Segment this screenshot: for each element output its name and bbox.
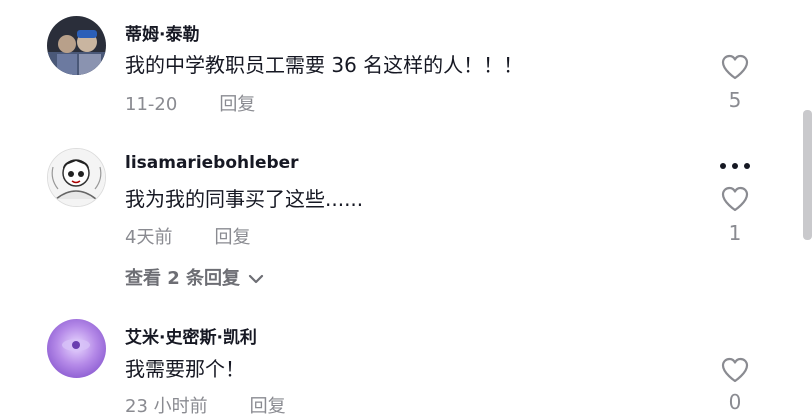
scrollbar[interactable]: [803, 110, 812, 240]
comment-text: 我为我的同事买了这些......: [125, 187, 364, 211]
comment-date: 4天前: [125, 227, 173, 248]
heart-icon[interactable]: [720, 185, 750, 213]
comment-username[interactable]: 蒂姆·泰勒: [125, 20, 199, 45]
heart-icon[interactable]: [720, 356, 750, 384]
comment-meta: 4天前 回复: [125, 223, 250, 249]
view-replies-label: 查看 2 条回复: [125, 268, 241, 289]
more-options-icon[interactable]: [718, 160, 752, 172]
comment-text: 我的中学教职员工需要 36 名这样的人！！！: [125, 53, 524, 77]
comment-username[interactable]: 艾米·史密斯·凯利: [125, 323, 257, 348]
photo-avatar-icon: [47, 16, 106, 75]
comment-username[interactable]: lisamariebohleber: [125, 153, 299, 173]
comment-date: 11-20: [125, 94, 178, 115]
avatar[interactable]: [47, 148, 106, 207]
avatar[interactable]: [47, 319, 106, 378]
like-count: 0: [728, 390, 742, 414]
reply-button[interactable]: 回复: [214, 227, 250, 248]
comment-meta: 23 小时前 回复: [125, 392, 286, 418]
chevron-down-icon: [248, 274, 264, 284]
reply-button[interactable]: 回复: [219, 94, 255, 115]
like-count: 1: [728, 221, 742, 245]
purple-avatar-icon: [47, 319, 106, 378]
reply-button[interactable]: 回复: [250, 396, 286, 417]
like-count: 5: [728, 88, 742, 112]
view-replies-button[interactable]: 查看 2 条回复: [125, 264, 264, 290]
heart-icon[interactable]: [720, 53, 750, 81]
comment-text: 我需要那个！: [125, 357, 245, 381]
avatar[interactable]: [47, 16, 106, 75]
comment-meta: 11-20 回复: [125, 90, 255, 116]
cartoon-avatar-icon: [48, 149, 105, 206]
comment-date: 23 小时前: [125, 396, 208, 417]
